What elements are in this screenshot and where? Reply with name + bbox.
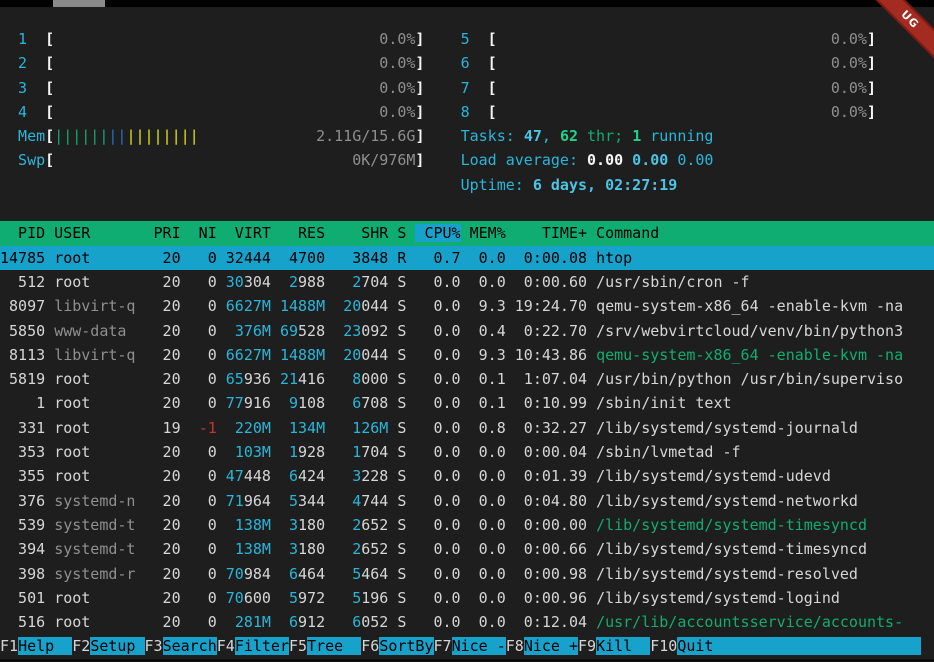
fkey-f3-button[interactable]: F3Search [145, 637, 217, 655]
fkey-f10-button[interactable]: F10Quit [650, 637, 713, 655]
memory-meter-and-tasks: Mem[|||||||||||||||| 2.11G/15.6G] Tasks:… [0, 124, 934, 148]
swap-meter-and-load: Swp[ 0K/976M] Load average: 0.00 0.00 0.… [0, 148, 934, 172]
fkey-label: F7 [434, 637, 452, 655]
function-key-bar: F1Help F2Setup F3SearchF4FilterF5Tree F6… [0, 634, 934, 658]
process-row-8097[interactable]: 8097 libvirt-q 20 0 6627M 1488M 20044 S … [0, 294, 934, 318]
process-row-1[interactable]: 1 root 20 0 77916 9108 6708 S 0.0 0.1 0:… [0, 391, 934, 415]
process-row-5850[interactable]: 5850 www-data 20 0 376M 69528 23092 S 0.… [0, 319, 934, 343]
fkey-action-label: Kill [596, 637, 650, 655]
htop-output: 1 [ 0.0%] 5 [ 0.0%] 2 [ 0.0%] 6 [ 0.0%] … [0, 27, 934, 659]
window-tab-fragment [53, 0, 105, 7]
process-row-394[interactable]: 394 systemd-t 20 0 138M 3180 2652 S 0.0 … [0, 537, 934, 561]
htop-screen: { "colors": { "terminal_bg": "#1e1e1e", … [0, 0, 934, 662]
process-row-539[interactable]: 539 systemd-t 20 0 138M 3180 2652 S 0.0 … [0, 513, 934, 537]
fkey-f7-button[interactable]: F7Nice - [434, 637, 506, 655]
process-row-376[interactable]: 376 systemd-n 20 0 71964 5344 4744 S 0.0… [0, 489, 934, 513]
fkey-action-label: Tree [307, 637, 361, 655]
process-row-8113[interactable]: 8113 libvirt-q 20 0 6627M 1488M 20044 S … [0, 343, 934, 367]
fkey-f9-button[interactable]: F9Kill [578, 637, 650, 655]
process-row-512[interactable]: 512 root 20 0 30304 2988 2704 S 0.0 0.0 … [0, 270, 934, 294]
process-table-header[interactable]: PID USER PRI NI VIRT RES SHR S CPU% MEM%… [0, 221, 934, 245]
process-row-14785[interactable]: 14785 root 20 0 32444 4700 3848 R 0.7 0.… [0, 246, 934, 270]
fkey-label: F8 [506, 637, 524, 655]
fkey-f8-button[interactable]: F8Nice + [506, 637, 578, 655]
fkey-f6-button[interactable]: F6SortBy [361, 637, 433, 655]
fkey-action-label: Nice + [524, 637, 578, 655]
fkey-action-label: Search [163, 637, 217, 655]
cpu-meter-row-3-7: 3 [ 0.0%] 7 [ 0.0%] [0, 76, 934, 100]
fkey-action-label: Help [18, 637, 72, 655]
fkey-label: F1 [0, 637, 18, 655]
fkey-label: F9 [578, 637, 596, 655]
top-window-strip [0, 0, 934, 7]
process-row-355[interactable]: 355 root 20 0 47448 6424 3228 S 0.0 0.0 … [0, 464, 934, 488]
fkey-action-label: Setup [90, 637, 144, 655]
cpu-meter-row-4-8: 4 [ 0.0%] 8 [ 0.0%] [0, 100, 934, 124]
process-row-331[interactable]: 331 root 19 -1 220M 134M 126M S 0.0 0.8 … [0, 416, 934, 440]
fkey-f1-button[interactable]: F1Help [0, 637, 72, 655]
debug-ribbon: UG [870, 0, 934, 64]
fkey-action-label: Filter [235, 637, 289, 655]
debug-ribbon-label: UG [870, 0, 934, 64]
fkey-action-label: SortBy [379, 637, 433, 655]
process-row-516[interactable]: 516 root 20 0 281M 6912 6052 S 0.0 0.0 0… [0, 610, 934, 634]
fkey-f5-button[interactable]: F5Tree [289, 637, 361, 655]
terminal: 1 [ 0.0%] 5 [ 0.0%] 2 [ 0.0%] 6 [ 0.0%] … [0, 7, 934, 659]
fkey-action-label: Nice - [452, 637, 506, 655]
cpu-meter-row-2-6: 2 [ 0.0%] 6 [ 0.0%] [0, 51, 934, 75]
fkey-label: F5 [289, 637, 307, 655]
cpu-meter-row-1-5: 1 [ 0.0%] 5 [ 0.0%] [0, 27, 934, 51]
blank-row [0, 197, 934, 221]
fkey-label: F4 [217, 637, 235, 655]
fkey-label: F3 [145, 637, 163, 655]
process-row-501[interactable]: 501 root 20 0 70600 5972 5196 S 0.0 0.0 … [0, 586, 934, 610]
process-row-5819[interactable]: 5819 root 20 0 65936 21416 8000 S 0.0 0.… [0, 367, 934, 391]
fkey-label: F6 [361, 637, 379, 655]
process-row-353[interactable]: 353 root 20 0 103M 1928 1704 S 0.0 0.0 0… [0, 440, 934, 464]
fkey-label: F2 [72, 637, 90, 655]
fkey-action-label: Quit [677, 637, 713, 655]
fkey-label: F10 [650, 637, 677, 655]
uptime-row: Uptime: 6 days, 02:27:19 [0, 173, 934, 197]
fkey-f4-button[interactable]: F4Filter [217, 637, 289, 655]
fkey-f2-button[interactable]: F2Setup [72, 637, 144, 655]
process-row-398[interactable]: 398 systemd-r 20 0 70984 6464 5464 S 0.0… [0, 562, 934, 586]
